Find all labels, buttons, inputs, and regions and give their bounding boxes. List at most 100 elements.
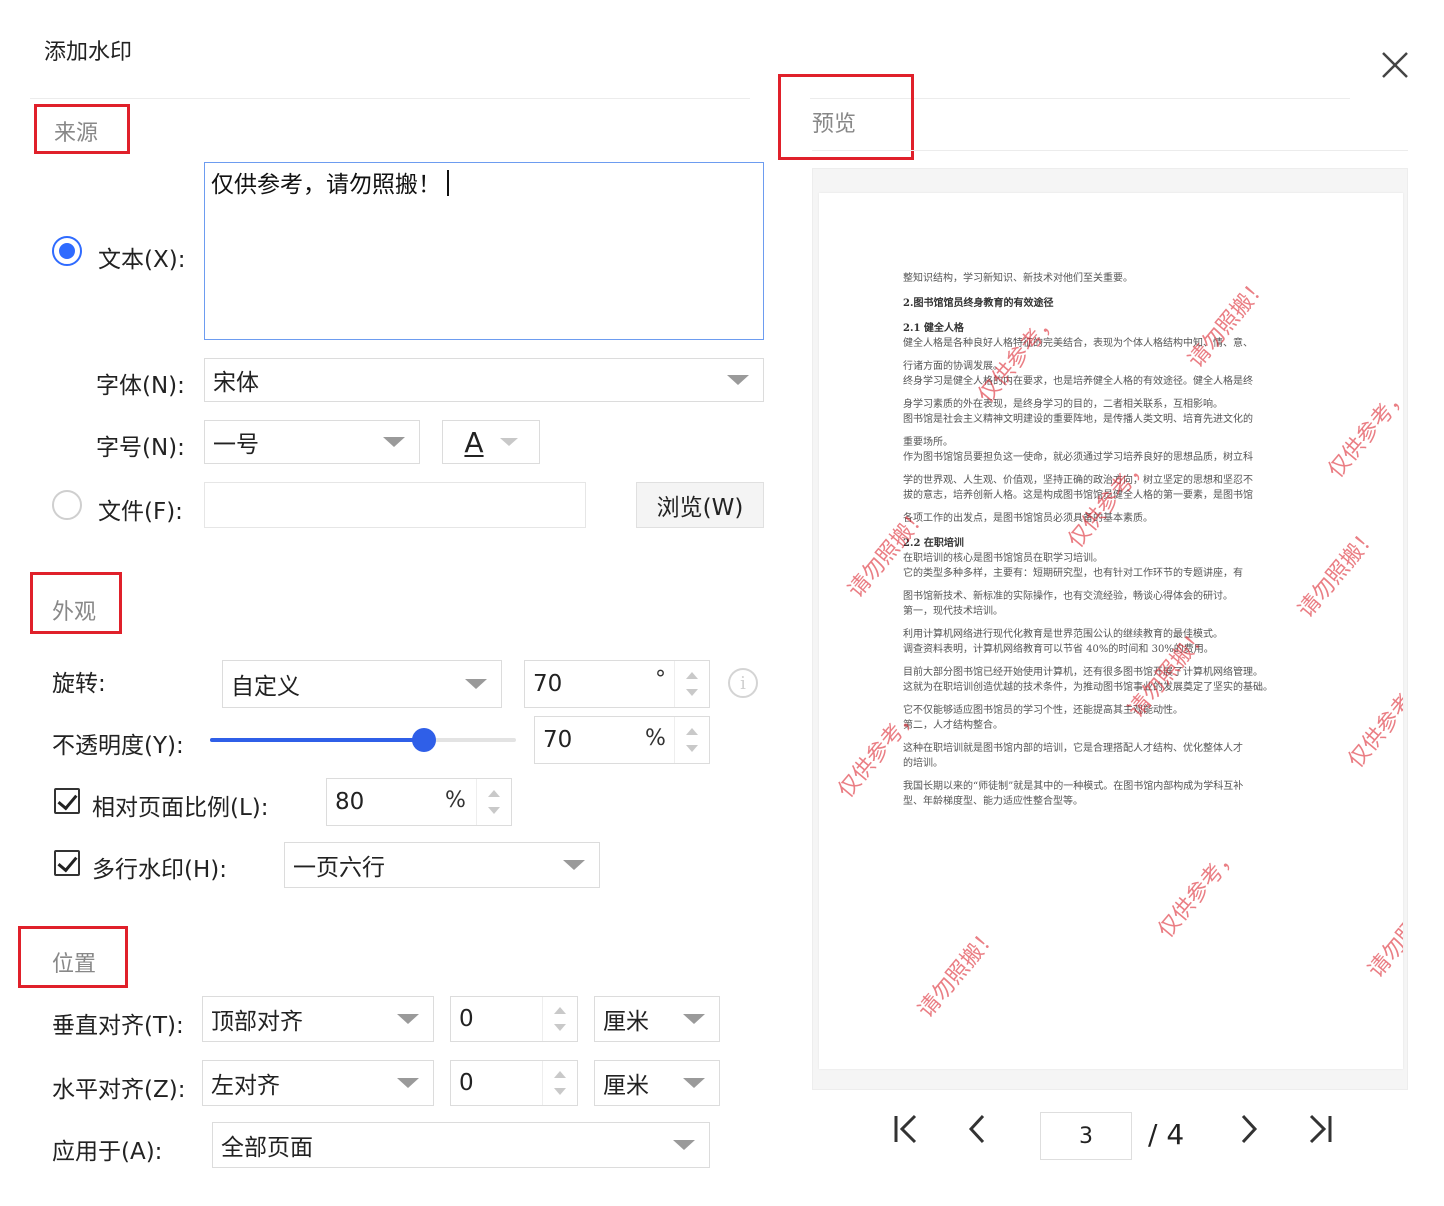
- opacity-slider[interactable]: [210, 728, 516, 752]
- chevron-down-icon: [397, 1078, 419, 1088]
- file-radio[interactable]: [52, 490, 82, 520]
- opacity-stepper[interactable]: [674, 717, 709, 763]
- stepper-up-icon: [488, 790, 500, 797]
- next-page-button[interactable]: [1226, 1112, 1270, 1155]
- vertical-offset-stepper[interactable]: [542, 997, 577, 1041]
- watermark-text-input[interactable]: 仅供参考，请勿照搬！: [204, 162, 764, 340]
- chevron-down-icon: [397, 1014, 419, 1024]
- file-label: 文件(F):: [98, 499, 183, 525]
- scale-checkbox[interactable]: [54, 788, 80, 814]
- text-cursor: [447, 170, 449, 196]
- stepper-up-icon: [686, 672, 698, 679]
- watermark-text: 请勿照搬！: [1363, 882, 1403, 983]
- chevron-down-icon: [563, 860, 585, 870]
- rotation-angle-input[interactable]: 70 °: [524, 660, 710, 708]
- vertical-align-value: 顶部对齐: [211, 1009, 303, 1035]
- stepper-down-icon: [686, 689, 698, 696]
- vertical-offset-value: 0: [459, 1006, 474, 1032]
- font-select-value: 宋体: [213, 370, 259, 396]
- last-page-icon: [1309, 1114, 1332, 1144]
- rotation-select-value: 自定义: [231, 674, 300, 700]
- watermark-text: 仅供参考，: [1343, 672, 1403, 773]
- vertical-align-label: 垂直对齐(T):: [52, 1013, 184, 1039]
- watermark-text: 请勿照搬！: [1293, 522, 1384, 623]
- apply-to-label: 应用于(A):: [52, 1139, 163, 1165]
- apply-to-select[interactable]: 全部页面: [212, 1122, 710, 1168]
- horizontal-unit-value: 厘米: [603, 1073, 649, 1099]
- chevron-down-icon: [727, 375, 749, 385]
- scale-input[interactable]: 80 %: [326, 778, 512, 826]
- font-color-icon: A: [464, 425, 484, 459]
- size-select-value: 一号: [213, 432, 259, 458]
- prev-page-button[interactable]: [956, 1112, 1000, 1155]
- scale-label: 相对页面比例(L):: [92, 795, 269, 821]
- horizontal-offset-value: 0: [459, 1070, 474, 1096]
- next-page-icon: [1241, 1114, 1258, 1144]
- dialog-title: 添加水印: [44, 40, 133, 65]
- opacity-input[interactable]: 70 %: [534, 716, 710, 764]
- browse-button[interactable]: 浏览(W): [636, 482, 764, 528]
- opacity-label: 不透明度(Y):: [52, 733, 184, 759]
- first-page-button[interactable]: [884, 1112, 928, 1155]
- text-label: 文本(X):: [98, 247, 186, 273]
- preview-area: 整知识结构，学习新知识、新技术对他们至关重要。 2.图书馆馆员终身教育的有效途径 2…: [812, 168, 1408, 1090]
- watermark-text: 仅供参考，: [1153, 842, 1244, 943]
- font-label: 字体(N):: [96, 373, 185, 399]
- prev-page-icon: [968, 1114, 985, 1144]
- chevron-down-icon: [383, 437, 405, 447]
- rotation-select[interactable]: 自定义: [222, 660, 502, 708]
- horizontal-align-select[interactable]: 左对齐: [202, 1060, 434, 1106]
- vertical-unit-select[interactable]: 厘米: [594, 996, 720, 1042]
- vertical-offset-input[interactable]: 0: [450, 996, 578, 1042]
- slider-thumb[interactable]: [412, 728, 437, 752]
- font-color-button[interactable]: A: [442, 420, 540, 464]
- close-icon: [1382, 52, 1408, 78]
- horizontal-offset-input[interactable]: 0: [450, 1060, 578, 1106]
- watermark-text: 仅供参考，: [1063, 452, 1154, 553]
- watermark-text: 仅供参考，: [973, 307, 1064, 408]
- stepper-up-icon: [554, 1007, 566, 1014]
- watermark-text: 请勿照搬！: [913, 922, 1004, 1023]
- multiline-select[interactable]: 一页六行: [284, 842, 600, 888]
- horizontal-align-value: 左对齐: [211, 1073, 280, 1099]
- header-divider: [30, 98, 750, 99]
- scale-stepper[interactable]: [476, 779, 511, 825]
- vertical-align-select[interactable]: 顶部对齐: [202, 996, 434, 1042]
- info-icon[interactable]: i: [728, 668, 758, 698]
- total-pages-label: / 4: [1148, 1118, 1185, 1151]
- multiline-label: 多行水印(H):: [92, 857, 227, 883]
- page-number-input[interactable]: 3: [1040, 1112, 1132, 1160]
- text-radio[interactable]: [52, 236, 82, 266]
- size-select[interactable]: 一号: [204, 420, 420, 464]
- appearance-section-label: 外观: [52, 600, 97, 625]
- font-select[interactable]: 宋体: [204, 358, 764, 402]
- close-button[interactable]: [1378, 48, 1412, 82]
- watermark-text: 仅供参考，: [833, 702, 924, 803]
- file-path-input[interactable]: [204, 482, 586, 528]
- watermark-text: 仅供参考，: [1323, 382, 1403, 483]
- horizontal-offset-stepper[interactable]: [542, 1061, 577, 1105]
- chevron-down-icon: [683, 1078, 705, 1088]
- stepper-down-icon: [686, 745, 698, 752]
- slider-fill: [210, 738, 425, 742]
- chevron-down-icon: [499, 438, 518, 446]
- scale-unit: %: [445, 788, 466, 813]
- vertical-unit-value: 厘米: [603, 1009, 649, 1035]
- opacity-value: 70: [543, 727, 573, 753]
- multiline-checkbox[interactable]: [54, 850, 80, 876]
- watermark-text: 请勿照搬！: [1123, 622, 1214, 723]
- stepper-down-icon: [488, 807, 500, 814]
- watermark-layer: 仅供参考， 请勿照搬！ 仅供参考， 请勿照搬！ 仅供参考， 请勿照搬！ 仅供参考， 请勿照搬！…: [819, 193, 1403, 1069]
- rotation-angle-value: 70: [533, 671, 563, 697]
- horizontal-unit-select[interactable]: 厘米: [594, 1060, 720, 1106]
- preview-page: 整知识结构，学习新知识、新技术对他们至关重要。 2.图书馆馆员终身教育的有效途径 2…: [819, 193, 1403, 1069]
- multiline-select-value: 一页六行: [293, 855, 385, 881]
- apply-to-value: 全部页面: [221, 1135, 313, 1161]
- rotation-stepper[interactable]: [674, 661, 709, 707]
- scale-value: 80: [335, 789, 365, 815]
- chevron-down-icon: [465, 679, 487, 689]
- opacity-unit: %: [645, 726, 666, 751]
- first-page-icon: [894, 1114, 917, 1144]
- watermark-text: 请勿照搬！: [1183, 272, 1274, 373]
- last-page-button[interactable]: [1298, 1112, 1342, 1155]
